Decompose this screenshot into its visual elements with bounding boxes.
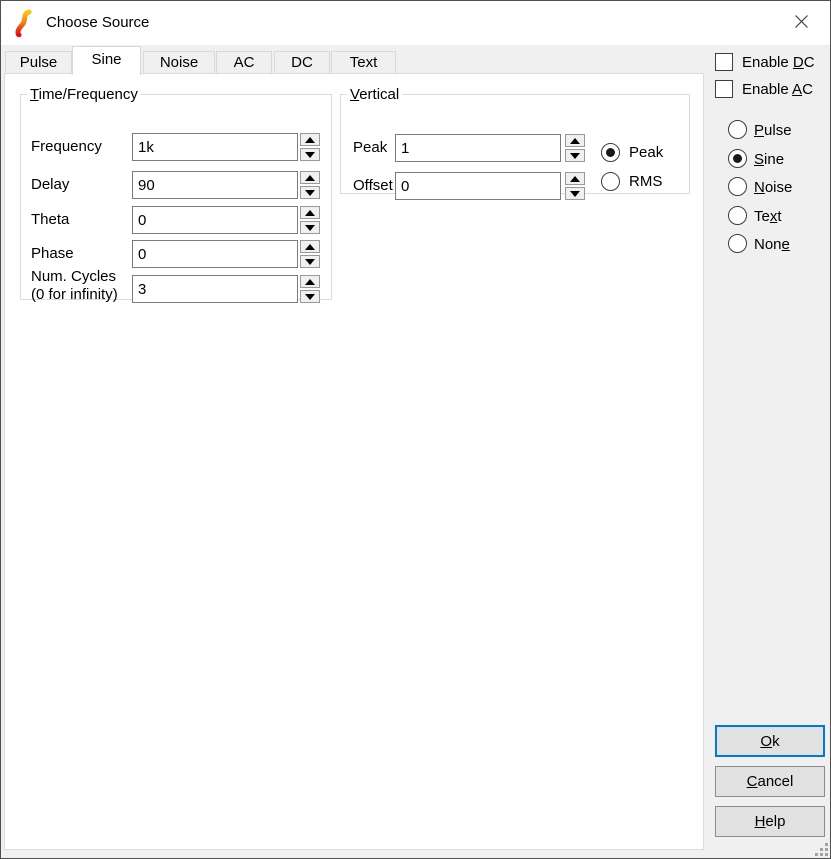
source-sine-radio[interactable] — [728, 149, 747, 168]
close-icon — [794, 14, 809, 33]
spin-up-button[interactable] — [565, 134, 585, 147]
triangle-down-icon — [305, 190, 315, 196]
source-text-radio[interactable] — [728, 206, 747, 225]
num-cycles-label: Num. Cycles(0 for infinity) — [31, 268, 118, 304]
triangle-down-icon — [305, 152, 315, 158]
choose-source-dialog: Choose Source Pulse Sine Noise AC DC Tex… — [0, 0, 831, 859]
tab-sine[interactable]: Sine — [72, 46, 141, 75]
triangle-down-icon — [305, 225, 315, 231]
peak-mode-radio[interactable] — [601, 143, 620, 162]
rms-mode-radio[interactable] — [601, 172, 620, 191]
phase-input[interactable] — [132, 240, 298, 268]
dialog-title: Choose Source — [46, 14, 149, 31]
peak-input[interactable] — [395, 134, 561, 162]
num-cycles-input[interactable] — [132, 275, 298, 303]
spin-down-button[interactable] — [565, 149, 585, 162]
tab-ac[interactable]: AC — [216, 51, 272, 74]
source-pulse-label[interactable]: Pulse — [754, 122, 792, 139]
num-cycles-spinner — [300, 275, 320, 303]
app-wave-icon — [14, 9, 34, 41]
delay-spinner — [300, 171, 320, 199]
spin-down-button[interactable] — [300, 148, 320, 161]
tab-pulse[interactable]: Pulse — [5, 51, 72, 74]
peak-label: Peak — [353, 138, 387, 158]
triangle-up-icon — [570, 176, 580, 182]
triangle-up-icon — [305, 279, 315, 285]
spin-down-button[interactable] — [300, 221, 320, 234]
rms-mode-label[interactable]: RMS — [629, 173, 662, 190]
source-text-label[interactable]: Text — [754, 208, 782, 225]
ok-button[interactable]: Ok — [715, 725, 825, 757]
time-frequency-group: Time/Frequency Frequency Delay Theta Pha… — [20, 86, 332, 300]
spin-up-button[interactable] — [300, 171, 320, 184]
cancel-button[interactable]: Cancel — [715, 766, 825, 797]
frequency-input[interactable] — [132, 133, 298, 161]
triangle-up-icon — [570, 138, 580, 144]
triangle-down-icon — [570, 191, 580, 197]
source-noise-label[interactable]: Noise — [754, 179, 792, 196]
help-button[interactable]: Help — [715, 806, 825, 837]
triangle-down-icon — [305, 294, 315, 300]
spin-up-button[interactable] — [565, 172, 585, 185]
offset-spinner — [565, 172, 585, 200]
enable-dc-checkbox[interactable] — [715, 53, 733, 71]
vertical-group: Vertical Peak Offset Peak RMS — [340, 86, 690, 194]
resize-grip-icon[interactable] — [825, 843, 828, 846]
enable-ac-label[interactable]: Enable AC — [742, 81, 813, 98]
tab-text[interactable]: Text — [331, 51, 396, 74]
source-pulse-radio[interactable] — [728, 120, 747, 139]
spin-up-button[interactable] — [300, 275, 320, 288]
spin-up-button[interactable] — [300, 206, 320, 219]
spin-up-button[interactable] — [300, 133, 320, 146]
source-noise-radio[interactable] — [728, 177, 747, 196]
offset-input[interactable] — [395, 172, 561, 200]
theta-label: Theta — [31, 210, 69, 230]
spin-down-button[interactable] — [300, 290, 320, 303]
triangle-up-icon — [305, 137, 315, 143]
peak-spinner — [565, 134, 585, 162]
theta-input[interactable] — [132, 206, 298, 234]
sine-tab-page: Time/Frequency Frequency Delay Theta Pha… — [4, 73, 704, 850]
offset-label: Offset — [353, 176, 393, 196]
triangle-down-icon — [570, 153, 580, 159]
theta-spinner — [300, 206, 320, 234]
time-frequency-legend: Time/Frequency — [27, 86, 141, 103]
triangle-down-icon — [305, 259, 315, 265]
source-none-label[interactable]: None — [754, 236, 790, 253]
triangle-up-icon — [305, 175, 315, 181]
enable-ac-checkbox[interactable] — [715, 80, 733, 98]
spin-down-button[interactable] — [565, 187, 585, 200]
peak-mode-label[interactable]: Peak — [629, 144, 663, 161]
tab-noise[interactable]: Noise — [143, 51, 215, 74]
spin-down-button[interactable] — [300, 255, 320, 268]
titlebar: Choose Source — [1, 1, 830, 45]
source-sine-label[interactable]: Sine — [754, 151, 784, 168]
delay-label: Delay — [31, 175, 69, 195]
spin-down-button[interactable] — [300, 186, 320, 199]
delay-input[interactable] — [132, 171, 298, 199]
phase-spinner — [300, 240, 320, 268]
spin-up-button[interactable] — [300, 240, 320, 253]
enable-dc-label[interactable]: Enable DC — [742, 54, 815, 71]
frequency-label: Frequency — [31, 137, 102, 157]
source-none-radio[interactable] — [728, 234, 747, 253]
vertical-legend: Vertical — [347, 86, 402, 103]
close-button[interactable] — [773, 1, 830, 45]
frequency-spinner — [300, 133, 320, 161]
phase-label: Phase — [31, 244, 74, 264]
triangle-up-icon — [305, 244, 315, 250]
triangle-up-icon — [305, 210, 315, 216]
tab-dc[interactable]: DC — [274, 51, 330, 74]
